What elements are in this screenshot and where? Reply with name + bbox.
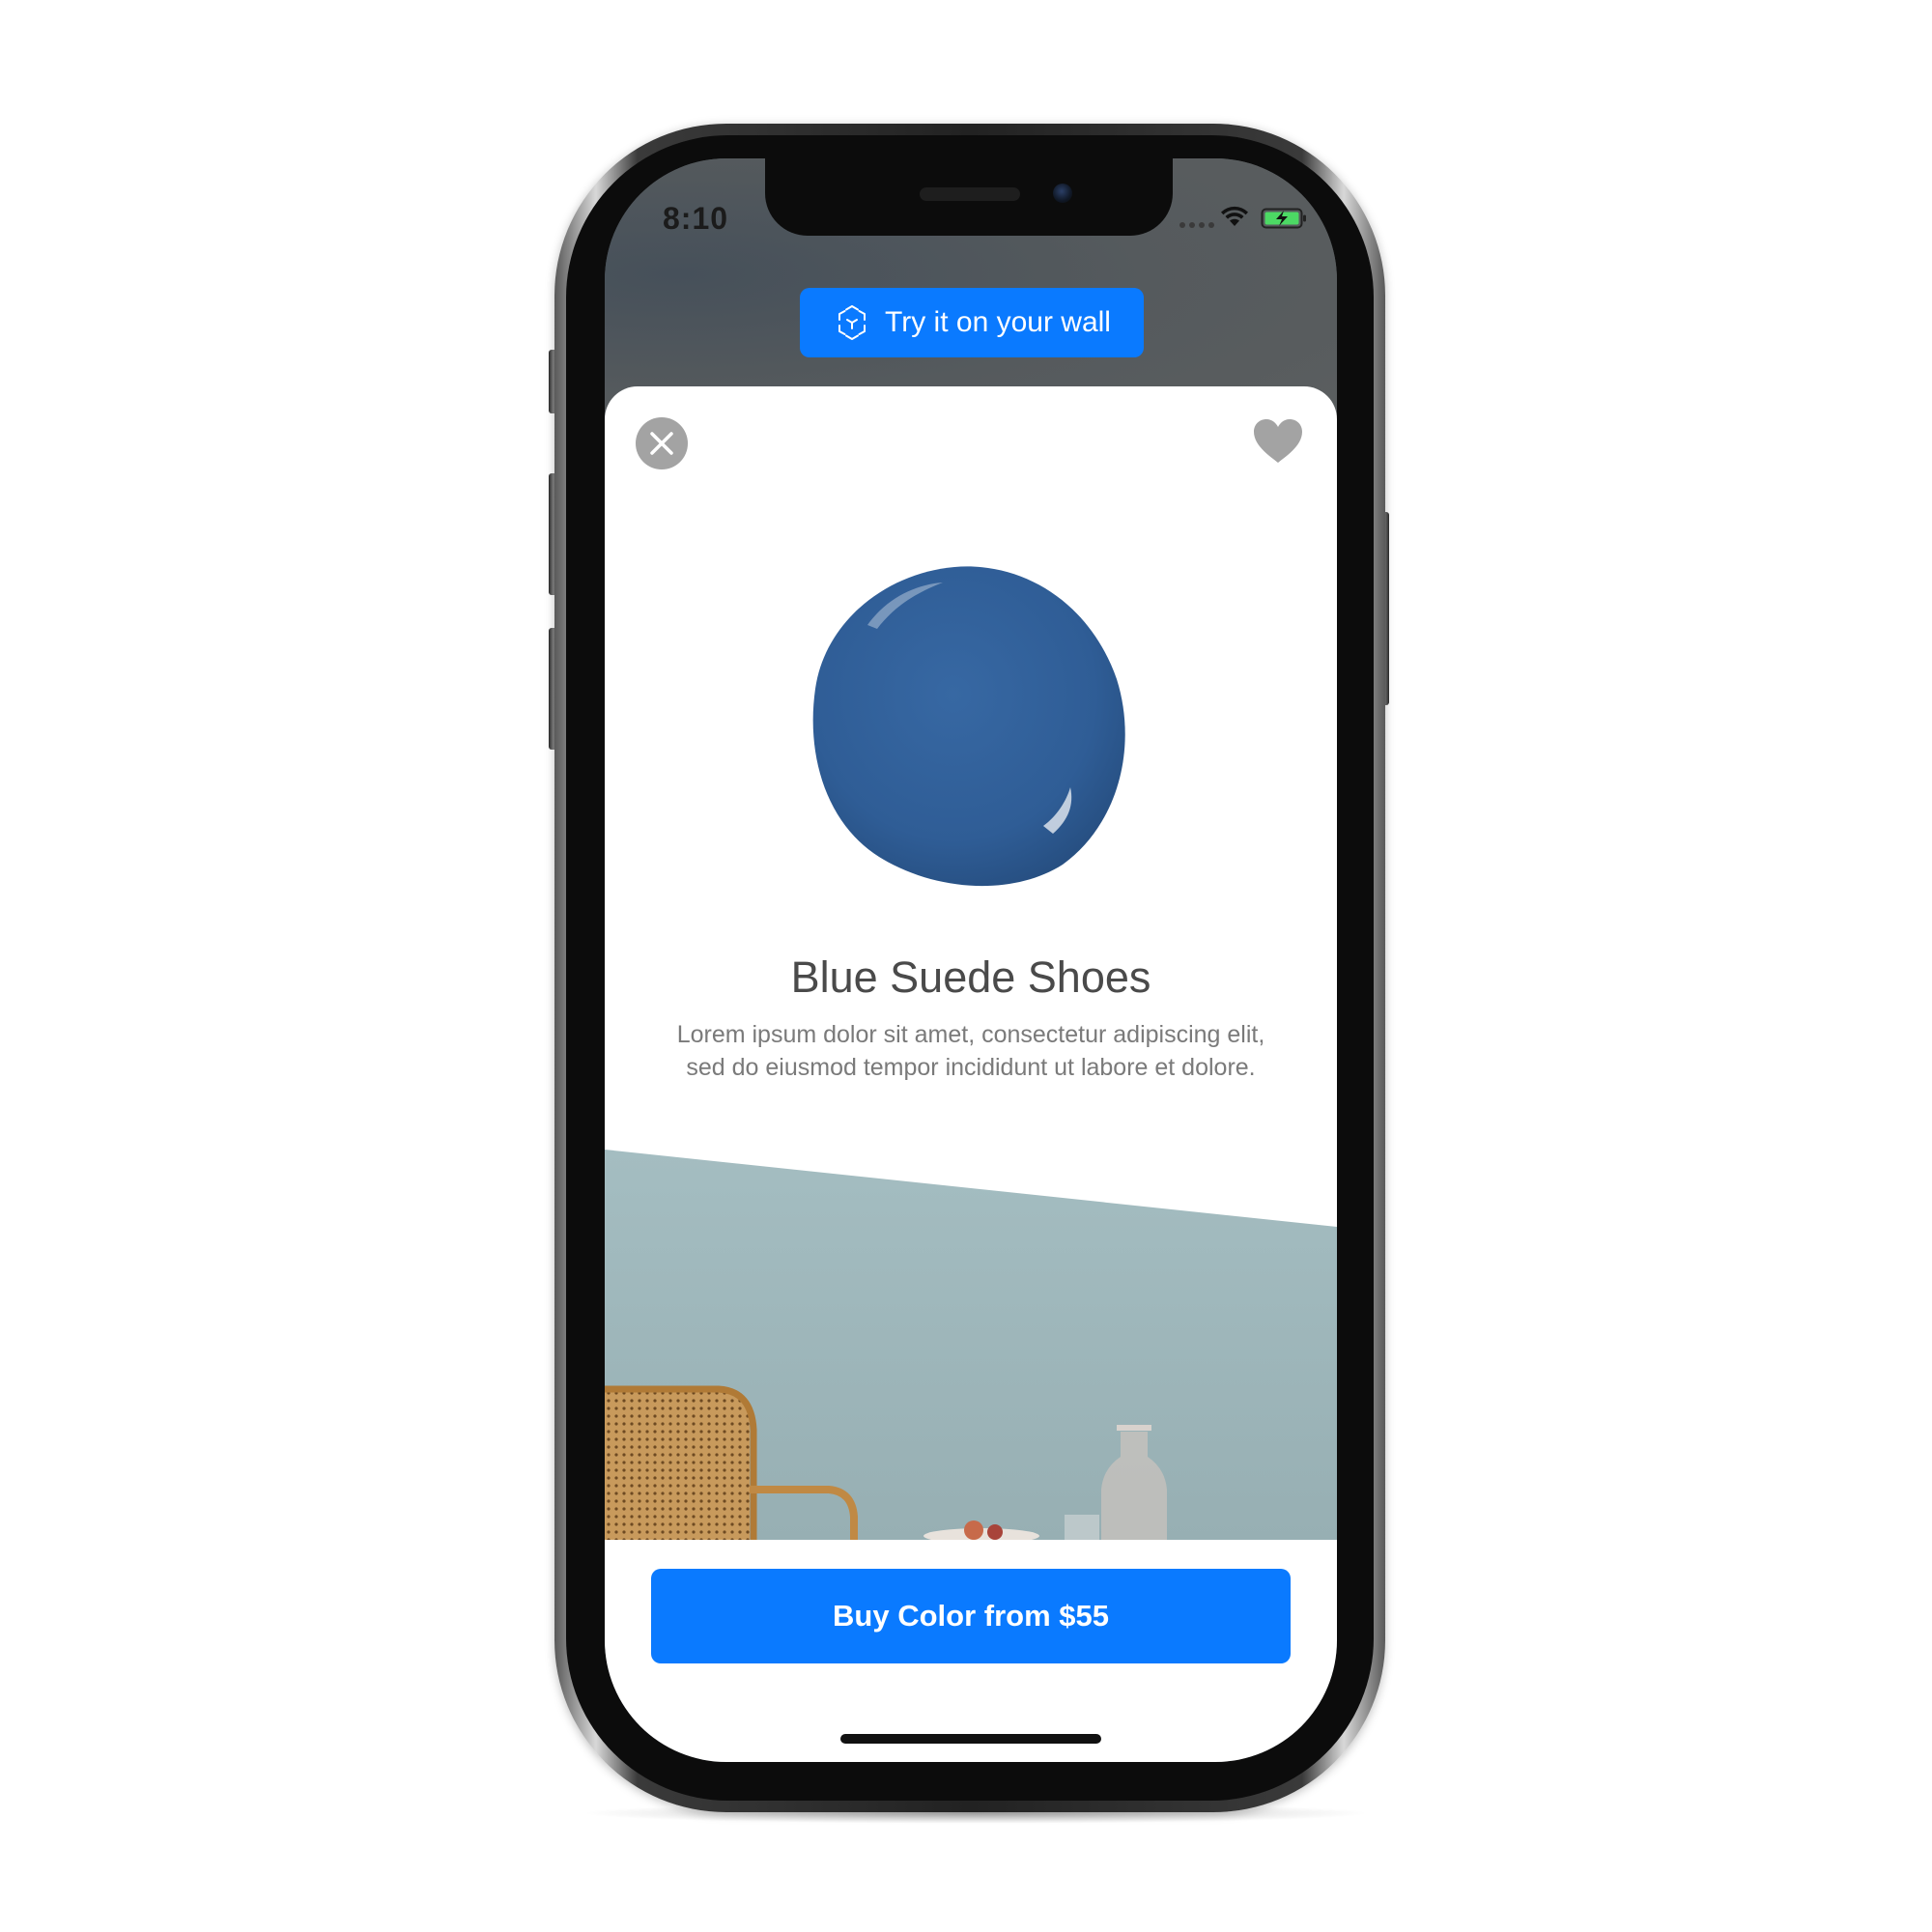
color-description: Lorem ipsum dolor sit amet, consectetur …: [676, 1021, 1265, 1081]
try-on-wall-label: Try it on your wall: [885, 306, 1111, 338]
color-name: Blue Suede Shoes: [790, 952, 1151, 1002]
room-scene: [605, 1150, 1337, 1540]
status-time: 8:10: [663, 201, 729, 236]
close-button[interactable]: [636, 417, 688, 469]
home-indicator[interactable]: [840, 1734, 1101, 1744]
phone-screen: 8:10 Try it on your wall Blue Suede Shoe…: [605, 158, 1337, 1762]
battery-charging-icon: [1261, 208, 1306, 229]
front-camera: [1053, 184, 1072, 203]
ar-cube-icon: [838, 305, 867, 340]
paint-swatch: [812, 566, 1125, 887]
buy-color-button[interactable]: Buy Color from $55: [651, 1569, 1291, 1663]
close-icon: [650, 432, 673, 455]
cellular-signal-icon: [1179, 222, 1214, 228]
try-on-wall-button[interactable]: Try it on your wall: [800, 288, 1144, 357]
wifi-icon: [1221, 206, 1248, 226]
favorite-button[interactable]: [1252, 417, 1304, 466]
heart-icon: [1254, 419, 1302, 463]
buy-color-label: Buy Color from $55: [833, 1599, 1109, 1633]
notch: [765, 158, 1173, 236]
stage: 8:10 Try it on your wall Blue Suede Shoe…: [0, 0, 1932, 1932]
color-detail-card: Blue Suede Shoes Lorem ipsum dolor sit a…: [605, 386, 1337, 1762]
room-preview-image: [605, 1150, 1337, 1540]
speaker-grille: [920, 187, 1020, 201]
